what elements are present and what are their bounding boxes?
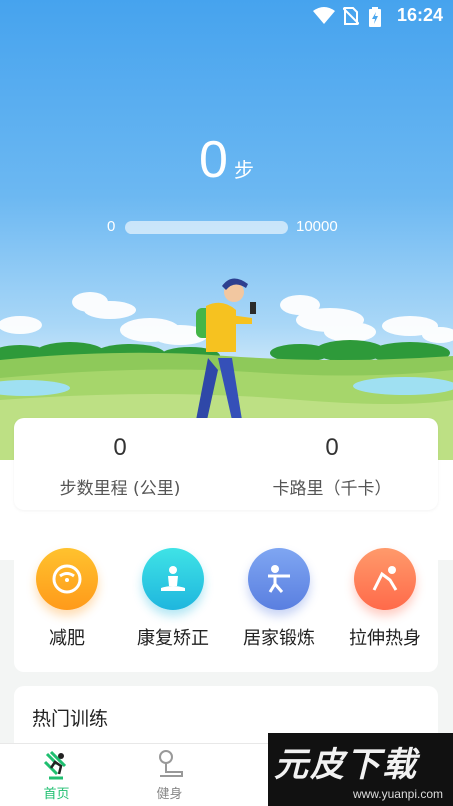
category-label: 康复矫正 xyxy=(137,628,209,649)
category-rehab[interactable]: 康复矫正 xyxy=(120,548,226,650)
category-label: 拉伸热身 xyxy=(349,628,421,649)
category-card: 减肥 康复矫正 居家锻炼 拉伸热身 xyxy=(14,526,438,672)
calorie-value: 0 xyxy=(325,434,339,461)
progress-track xyxy=(125,221,288,234)
nav-fitness-label: 健身 xyxy=(156,787,183,802)
exercise-icon xyxy=(248,548,310,610)
no-sim-icon xyxy=(343,7,359,25)
distance-value: 0 xyxy=(113,434,127,461)
status-bar: 16:24 xyxy=(0,0,453,32)
step-count: 0 xyxy=(199,131,228,189)
fitness-icon xyxy=(159,750,183,777)
calorie-label: 卡路里（千卡） xyxy=(272,479,392,499)
battery-charging-icon xyxy=(369,7,381,27)
scale-icon xyxy=(36,548,98,610)
calorie-stat: 0 卡路里（千卡） xyxy=(226,418,438,510)
category-label: 减肥 xyxy=(49,628,85,649)
status-time: 16:24 xyxy=(396,5,443,25)
stats-card: 0 步数里程 (公里) 0 卡路里（千卡） xyxy=(14,418,438,510)
watermark-url: www.yuanpi.com xyxy=(352,787,443,801)
watermark: 元皮下载 www.yuanpi.com xyxy=(268,733,453,806)
wifi-icon xyxy=(313,7,335,24)
meditation-icon xyxy=(142,548,204,610)
hot-training-title: 热门训练 xyxy=(32,708,109,730)
nav-home-label: 首页 xyxy=(43,787,70,802)
progress-max-label: 10000 xyxy=(296,218,338,235)
category-label: 居家锻炼 xyxy=(243,628,315,649)
distance-label: 步数里程 (公里) xyxy=(59,479,181,499)
category-weight-loss[interactable]: 减肥 xyxy=(14,548,120,650)
step-unit: 步 xyxy=(233,158,254,182)
progress-min-label: 0 xyxy=(107,218,116,235)
stretch-icon xyxy=(354,548,416,610)
watermark-text: 元皮下载 xyxy=(274,745,418,785)
step-progress: 0 10000 xyxy=(0,217,453,237)
distance-stat: 0 步数里程 (公里) xyxy=(14,418,226,510)
nav-home[interactable]: 首页 xyxy=(0,744,113,806)
runner-icon xyxy=(43,750,67,780)
nav-fitness[interactable]: 健身 xyxy=(113,744,226,806)
category-home-workout[interactable]: 居家锻炼 xyxy=(226,548,332,650)
category-stretch[interactable]: 拉伸热身 xyxy=(332,548,438,650)
step-counter: 0步 xyxy=(0,130,453,190)
